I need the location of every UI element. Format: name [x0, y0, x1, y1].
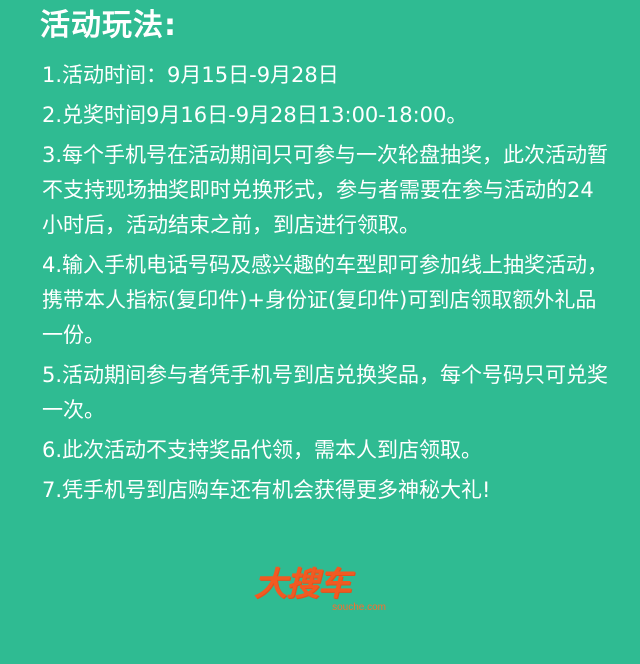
- rule-item-1: 1.活动时间：9月15日-9月28日: [42, 63, 339, 87]
- rule-item-3: 3.每个手机号在活动期间只可参与一次轮盘抽奖，此次活动暂不支持现场抽奖即时兑换形…: [42, 143, 609, 237]
- rules-list: 1.活动时间：9月15日-9月28日 2.兑奖时间9月16日-9月28日13:0…: [42, 58, 612, 513]
- rule-item-5: 5.活动期间参与者凭手机号到店兑换奖品，每个号码只可兑奖一次。: [42, 363, 609, 422]
- rule-item-6: 6.此次活动不支持奖品代领，需本人到店领取。: [42, 438, 483, 462]
- activity-rules-page: 活动玩法: 1.活动时间：9月15日-9月28日 2.兑奖时间9月16日-9月2…: [0, 0, 640, 664]
- rule-item-2: 2.兑奖时间9月16日-9月28日13:00-18:00。: [42, 103, 468, 127]
- rule-item-4: 4.输入手机电话号码及感兴趣的车型即可参加线上抽奖活动，携带本人指标(复印件)+…: [42, 253, 609, 347]
- logo-domain: souche.com: [332, 602, 386, 613]
- rule-item-7: 7.凭手机号到店购车还有机会获得更多神秘大礼!: [42, 478, 491, 502]
- logo-brand-mark: 大搜车: [254, 564, 351, 603]
- souche-logo: 大搜车 souche.com: [254, 566, 388, 616]
- page-title: 活动玩法:: [40, 8, 177, 43]
